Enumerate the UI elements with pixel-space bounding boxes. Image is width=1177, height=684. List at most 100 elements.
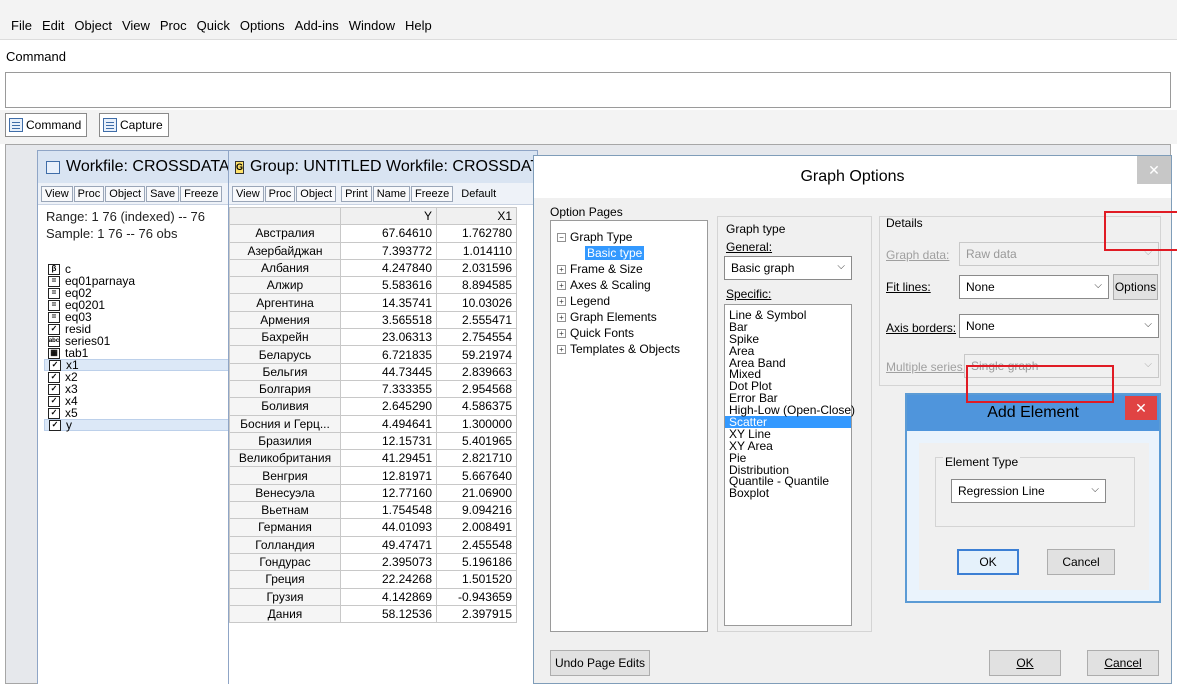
tab-capture[interactable]: Capture (99, 113, 169, 137)
table-cell[interactable]: 59.21974 (436, 345, 517, 364)
row-label[interactable]: Великобритания (229, 449, 341, 468)
group-object-button[interactable]: Object (296, 185, 337, 202)
table-cell[interactable]: 4.494641 (340, 414, 437, 433)
tree-item-quick-fonts[interactable]: + Quick Fonts (557, 325, 707, 341)
list-item[interactable]: Spike (725, 333, 851, 345)
row-label[interactable]: Голландия (229, 535, 341, 554)
row-label[interactable]: Венесуэла (229, 483, 341, 503)
add-element-ok-button[interactable]: OK (957, 549, 1019, 575)
fit-options-button[interactable]: Options (1113, 274, 1158, 300)
menu-item-add-ins[interactable]: Add-ins (290, 18, 344, 33)
add-element-cancel-button[interactable]: Cancel (1047, 549, 1115, 575)
list-item[interactable]: ✓ x5 (44, 407, 254, 419)
table-cell[interactable]: 2.821710 (436, 449, 517, 468)
table-cell[interactable]: 5.667640 (436, 466, 517, 485)
row-label[interactable]: Бразилия (229, 431, 341, 451)
row-label[interactable]: Болгария (229, 379, 341, 399)
group-default-button[interactable]: Default (458, 187, 499, 201)
workfile-object-button[interactable]: Object (105, 185, 146, 202)
fit-lines-select[interactable]: None ⌵ (959, 275, 1109, 299)
menu-item-edit[interactable]: Edit (37, 18, 69, 33)
cancel-button[interactable]: Cancel (1087, 650, 1159, 676)
element-type-select[interactable]: Regression Line ⌵ (951, 479, 1106, 503)
list-item[interactable]: Bar (725, 321, 851, 333)
table-cell[interactable]: 10.03026 (436, 293, 517, 312)
menu-item-file[interactable]: File (6, 18, 37, 33)
table-cell[interactable]: 6.721835 (340, 345, 437, 364)
close-icon[interactable]: ✕ (1125, 396, 1157, 420)
menu-item-options[interactable]: Options (235, 18, 290, 33)
workfile-titlebar[interactable]: Workfile: CROSSDATA (38, 151, 256, 183)
tree-item-basic-type[interactable]: Basic type (557, 245, 707, 261)
list-item[interactable]: ✓ y (44, 419, 254, 431)
table-cell[interactable]: 2.455548 (436, 535, 517, 554)
command-input[interactable] (5, 72, 1171, 108)
row-label[interactable]: Гондурас (229, 552, 341, 572)
table-cell[interactable]: 22.24268 (340, 570, 437, 589)
row-label[interactable]: Вьетнам (229, 501, 341, 520)
table-cell[interactable]: 2.555471 (436, 310, 517, 330)
group-print-button[interactable]: Print (341, 185, 372, 202)
expand-icon[interactable]: + (557, 344, 566, 354)
tree-item-frame-size[interactable]: + Frame & Size (557, 261, 707, 277)
row-label[interactable]: Австралия (229, 224, 341, 243)
menu-item-proc[interactable]: Proc (155, 18, 192, 33)
table-cell[interactable]: 41.29451 (340, 449, 437, 468)
table-cell[interactable]: 8.894585 (436, 276, 517, 295)
row-label[interactable]: Греция (229, 570, 341, 589)
table-cell[interactable]: 44.73445 (340, 362, 437, 381)
table-cell[interactable]: 12.77160 (340, 483, 437, 503)
table-cell[interactable]: 5.196186 (436, 552, 517, 572)
row-label[interactable]: Аргентина (229, 293, 341, 312)
table-cell[interactable]: 3.565518 (340, 310, 437, 330)
workfile-view-button[interactable]: View (41, 185, 73, 202)
table-cell[interactable]: 67.64610 (340, 224, 437, 243)
row-label[interactable]: Алжир (229, 276, 341, 295)
tree-item-legend[interactable]: + Legend (557, 293, 707, 309)
general-select[interactable]: Basic graph ⌵ (724, 256, 852, 280)
table-cell[interactable]: 1.300000 (436, 414, 517, 433)
row-label[interactable]: Азербайджан (229, 241, 341, 260)
table-cell[interactable]: 1.501520 (436, 570, 517, 589)
row-label[interactable]: Дания (229, 604, 341, 624)
ok-button[interactable]: OK (989, 650, 1061, 676)
table-cell[interactable]: -0.943659 (436, 587, 517, 606)
group-titlebar[interactable]: G Group: UNTITLED Workfile: CROSSDATA (229, 151, 537, 183)
collapse-icon[interactable]: − (557, 232, 566, 242)
table-cell[interactable]: 2.008491 (436, 518, 517, 537)
workfile-save-button[interactable]: Save (146, 185, 180, 202)
workfile-proc-button[interactable]: Proc (73, 185, 105, 202)
group-name-button[interactable]: Name (372, 185, 411, 202)
table-cell[interactable]: 1.762780 (436, 224, 517, 243)
table-cell[interactable]: 2.397915 (436, 604, 517, 624)
table-cell[interactable]: 4.247840 (340, 258, 437, 278)
menu-item-help[interactable]: Help (400, 18, 437, 33)
menu-item-object[interactable]: Object (69, 18, 117, 33)
table-cell[interactable]: 2.839663 (436, 362, 517, 381)
table-cell[interactable]: 2.754554 (436, 328, 517, 347)
table-cell[interactable]: 49.47471 (340, 535, 437, 554)
list-item[interactable]: Area (725, 345, 851, 357)
expand-icon[interactable]: + (557, 328, 566, 338)
menu-item-view[interactable]: View (117, 18, 155, 33)
expand-icon[interactable]: + (557, 296, 566, 306)
tree-item-graph-type[interactable]: − Graph Type (557, 229, 707, 245)
table-cell[interactable]: 1.014110 (436, 241, 517, 260)
row-label[interactable]: Бельгия (229, 362, 341, 381)
table-cell[interactable]: 7.333355 (340, 379, 437, 399)
row-label[interactable]: Армения (229, 310, 341, 330)
row-label[interactable]: Беларусь (229, 345, 341, 364)
table-cell[interactable]: 5.401965 (436, 431, 517, 451)
expand-icon[interactable]: + (557, 312, 566, 322)
table-cell[interactable]: 2.395073 (340, 552, 437, 572)
table-cell[interactable]: 14.35741 (340, 293, 437, 312)
group-view-button[interactable]: View (232, 185, 264, 202)
table-cell[interactable]: 58.12536 (340, 604, 437, 624)
tree-item-templates-objects[interactable]: + Templates & Objects (557, 341, 707, 357)
table-cell[interactable]: 2.954568 (436, 379, 517, 399)
table-cell[interactable]: 23.06313 (340, 328, 437, 347)
row-label[interactable]: Венгрия (229, 466, 341, 485)
row-label[interactable]: Германия (229, 518, 341, 537)
row-label[interactable]: Бахрейн (229, 328, 341, 347)
table-cell[interactable]: 2.645290 (340, 397, 437, 416)
